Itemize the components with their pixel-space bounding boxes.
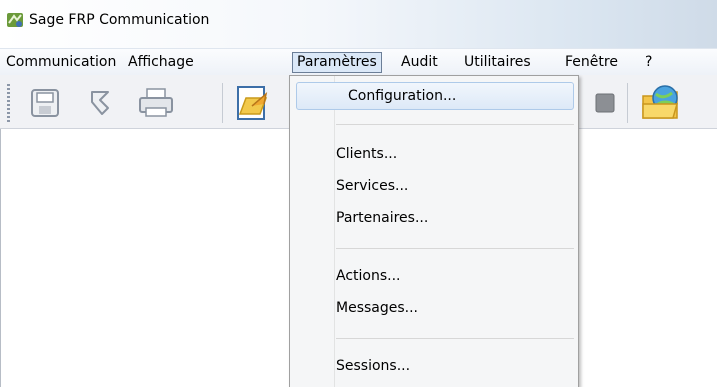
menu-fenetre[interactable]: Fenêtre bbox=[561, 52, 622, 73]
menu-affichage[interactable]: Affichage bbox=[124, 52, 198, 73]
toolbar-separator bbox=[222, 83, 223, 123]
toolbar-grip[interactable] bbox=[7, 84, 10, 122]
menu-item-messages[interactable]: Messages... bbox=[336, 292, 418, 324]
open-document-icon[interactable] bbox=[234, 84, 274, 122]
sage-app-icon[interactable] bbox=[6, 11, 24, 29]
menu-bar: Communication Affichage Paramètres Audit… bbox=[0, 48, 717, 75]
print-icon[interactable] bbox=[136, 86, 176, 120]
menu-communication[interactable]: Communication bbox=[2, 52, 120, 73]
undo-icon[interactable] bbox=[82, 86, 116, 120]
window-title: Sage FRP Communication bbox=[29, 12, 210, 28]
network-folder-icon[interactable] bbox=[639, 82, 685, 124]
menu-item-services[interactable]: Services... bbox=[336, 170, 408, 202]
menu-separator bbox=[336, 338, 574, 339]
menu-gutter bbox=[334, 76, 335, 387]
menu-parametres[interactable]: Paramètres bbox=[292, 52, 382, 73]
toolbar-separator bbox=[627, 83, 628, 123]
menu-item-actions[interactable]: Actions... bbox=[336, 260, 401, 292]
parametres-dropdown: Configuration... Clients... Services... … bbox=[289, 75, 579, 387]
menu-utilitaires[interactable]: Utilitaires bbox=[460, 52, 535, 73]
menu-help[interactable]: ? bbox=[641, 52, 656, 73]
stop-icon[interactable] bbox=[593, 92, 617, 114]
menu-audit[interactable]: Audit bbox=[397, 52, 442, 73]
menu-item-partenaires[interactable]: Partenaires... bbox=[336, 202, 428, 234]
menu-item-sessions[interactable]: Sessions... bbox=[336, 350, 410, 382]
title-bar: Sage FRP Communication bbox=[0, 0, 717, 48]
menu-item-configuration[interactable]: Configuration... bbox=[348, 80, 456, 112]
menu-separator bbox=[336, 248, 574, 249]
menu-item-clients[interactable]: Clients... bbox=[336, 138, 397, 170]
menu-separator bbox=[336, 124, 574, 125]
save-icon[interactable] bbox=[28, 86, 62, 120]
